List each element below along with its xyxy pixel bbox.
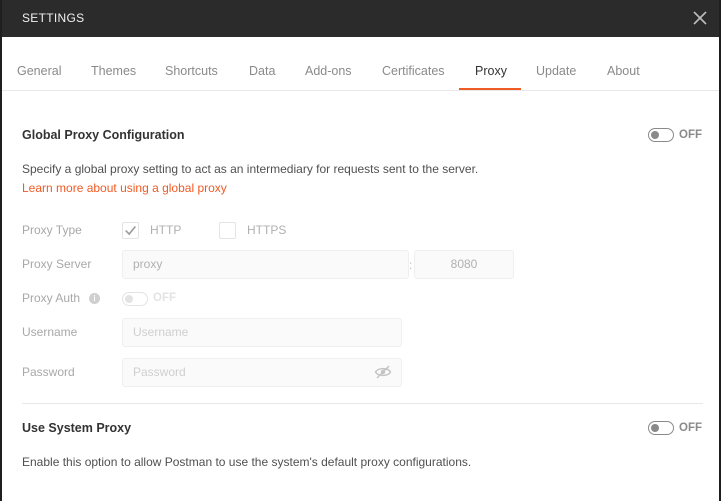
tab-themes[interactable]: Themes	[91, 37, 136, 90]
port-separator: :	[409, 258, 413, 272]
system-proxy-toggle-label: OFF	[679, 422, 702, 434]
titlebar: SETTINGS	[2, 0, 719, 37]
proxy-server-input[interactable]: proxy	[122, 250, 409, 279]
https-checkbox[interactable]	[219, 222, 236, 239]
active-tab-indicator	[459, 88, 521, 90]
dialog-title: SETTINGS	[22, 11, 85, 25]
system-proxy-description: Enable this option to allow Postman to u…	[22, 455, 472, 469]
tab-proxy[interactable]: Proxy	[475, 37, 507, 90]
https-label: HTTPS	[247, 223, 287, 237]
tab-shortcuts[interactable]: Shortcuts	[165, 37, 218, 90]
tab-update[interactable]: Update	[536, 37, 576, 90]
global-proxy-toggle[interactable]	[648, 128, 674, 142]
global-proxy-toggle-label: OFF	[679, 129, 702, 141]
hide-password-icon[interactable]	[374, 364, 392, 380]
global-proxy-title: Global Proxy Configuration	[22, 128, 185, 142]
tab-add-ons[interactable]: Add-ons	[305, 37, 352, 90]
global-proxy-description: Specify a global proxy setting to act as…	[22, 162, 479, 176]
proxy-auth-toggle[interactable]	[122, 292, 148, 306]
tab-certificates[interactable]: Certificates	[382, 37, 445, 90]
tab-general[interactable]: General	[17, 37, 61, 90]
tab-data[interactable]: Data	[249, 37, 275, 90]
system-proxy-toggle[interactable]	[648, 421, 674, 435]
password-input[interactable]: Password	[122, 358, 402, 387]
section-divider	[22, 403, 703, 404]
http-checkbox[interactable]	[122, 222, 139, 239]
username-input[interactable]: Username	[122, 318, 402, 347]
settings-dialog: SETTINGS General Themes Shortcuts Data A…	[2, 0, 719, 501]
username-label: Username	[22, 325, 78, 339]
proxy-auth-label: Proxy Auth	[22, 291, 81, 305]
system-proxy-title: Use System Proxy	[22, 421, 132, 435]
proxy-type-label: Proxy Type	[22, 223, 82, 237]
info-icon[interactable]: i	[89, 293, 100, 304]
proxy-auth-toggle-label: OFF	[153, 292, 176, 304]
check-icon	[125, 226, 136, 236]
close-icon[interactable]	[691, 9, 709, 27]
password-label: Password	[22, 365, 75, 379]
proxy-port-input[interactable]: 8080	[414, 250, 514, 279]
settings-tabs: General Themes Shortcuts Data Add-ons Ce…	[2, 37, 719, 91]
http-label: HTTP	[150, 223, 182, 237]
tab-about[interactable]: About	[607, 37, 640, 90]
proxy-server-label: Proxy Server	[22, 257, 92, 271]
learn-more-link[interactable]: Learn more about using a global proxy	[22, 181, 227, 195]
